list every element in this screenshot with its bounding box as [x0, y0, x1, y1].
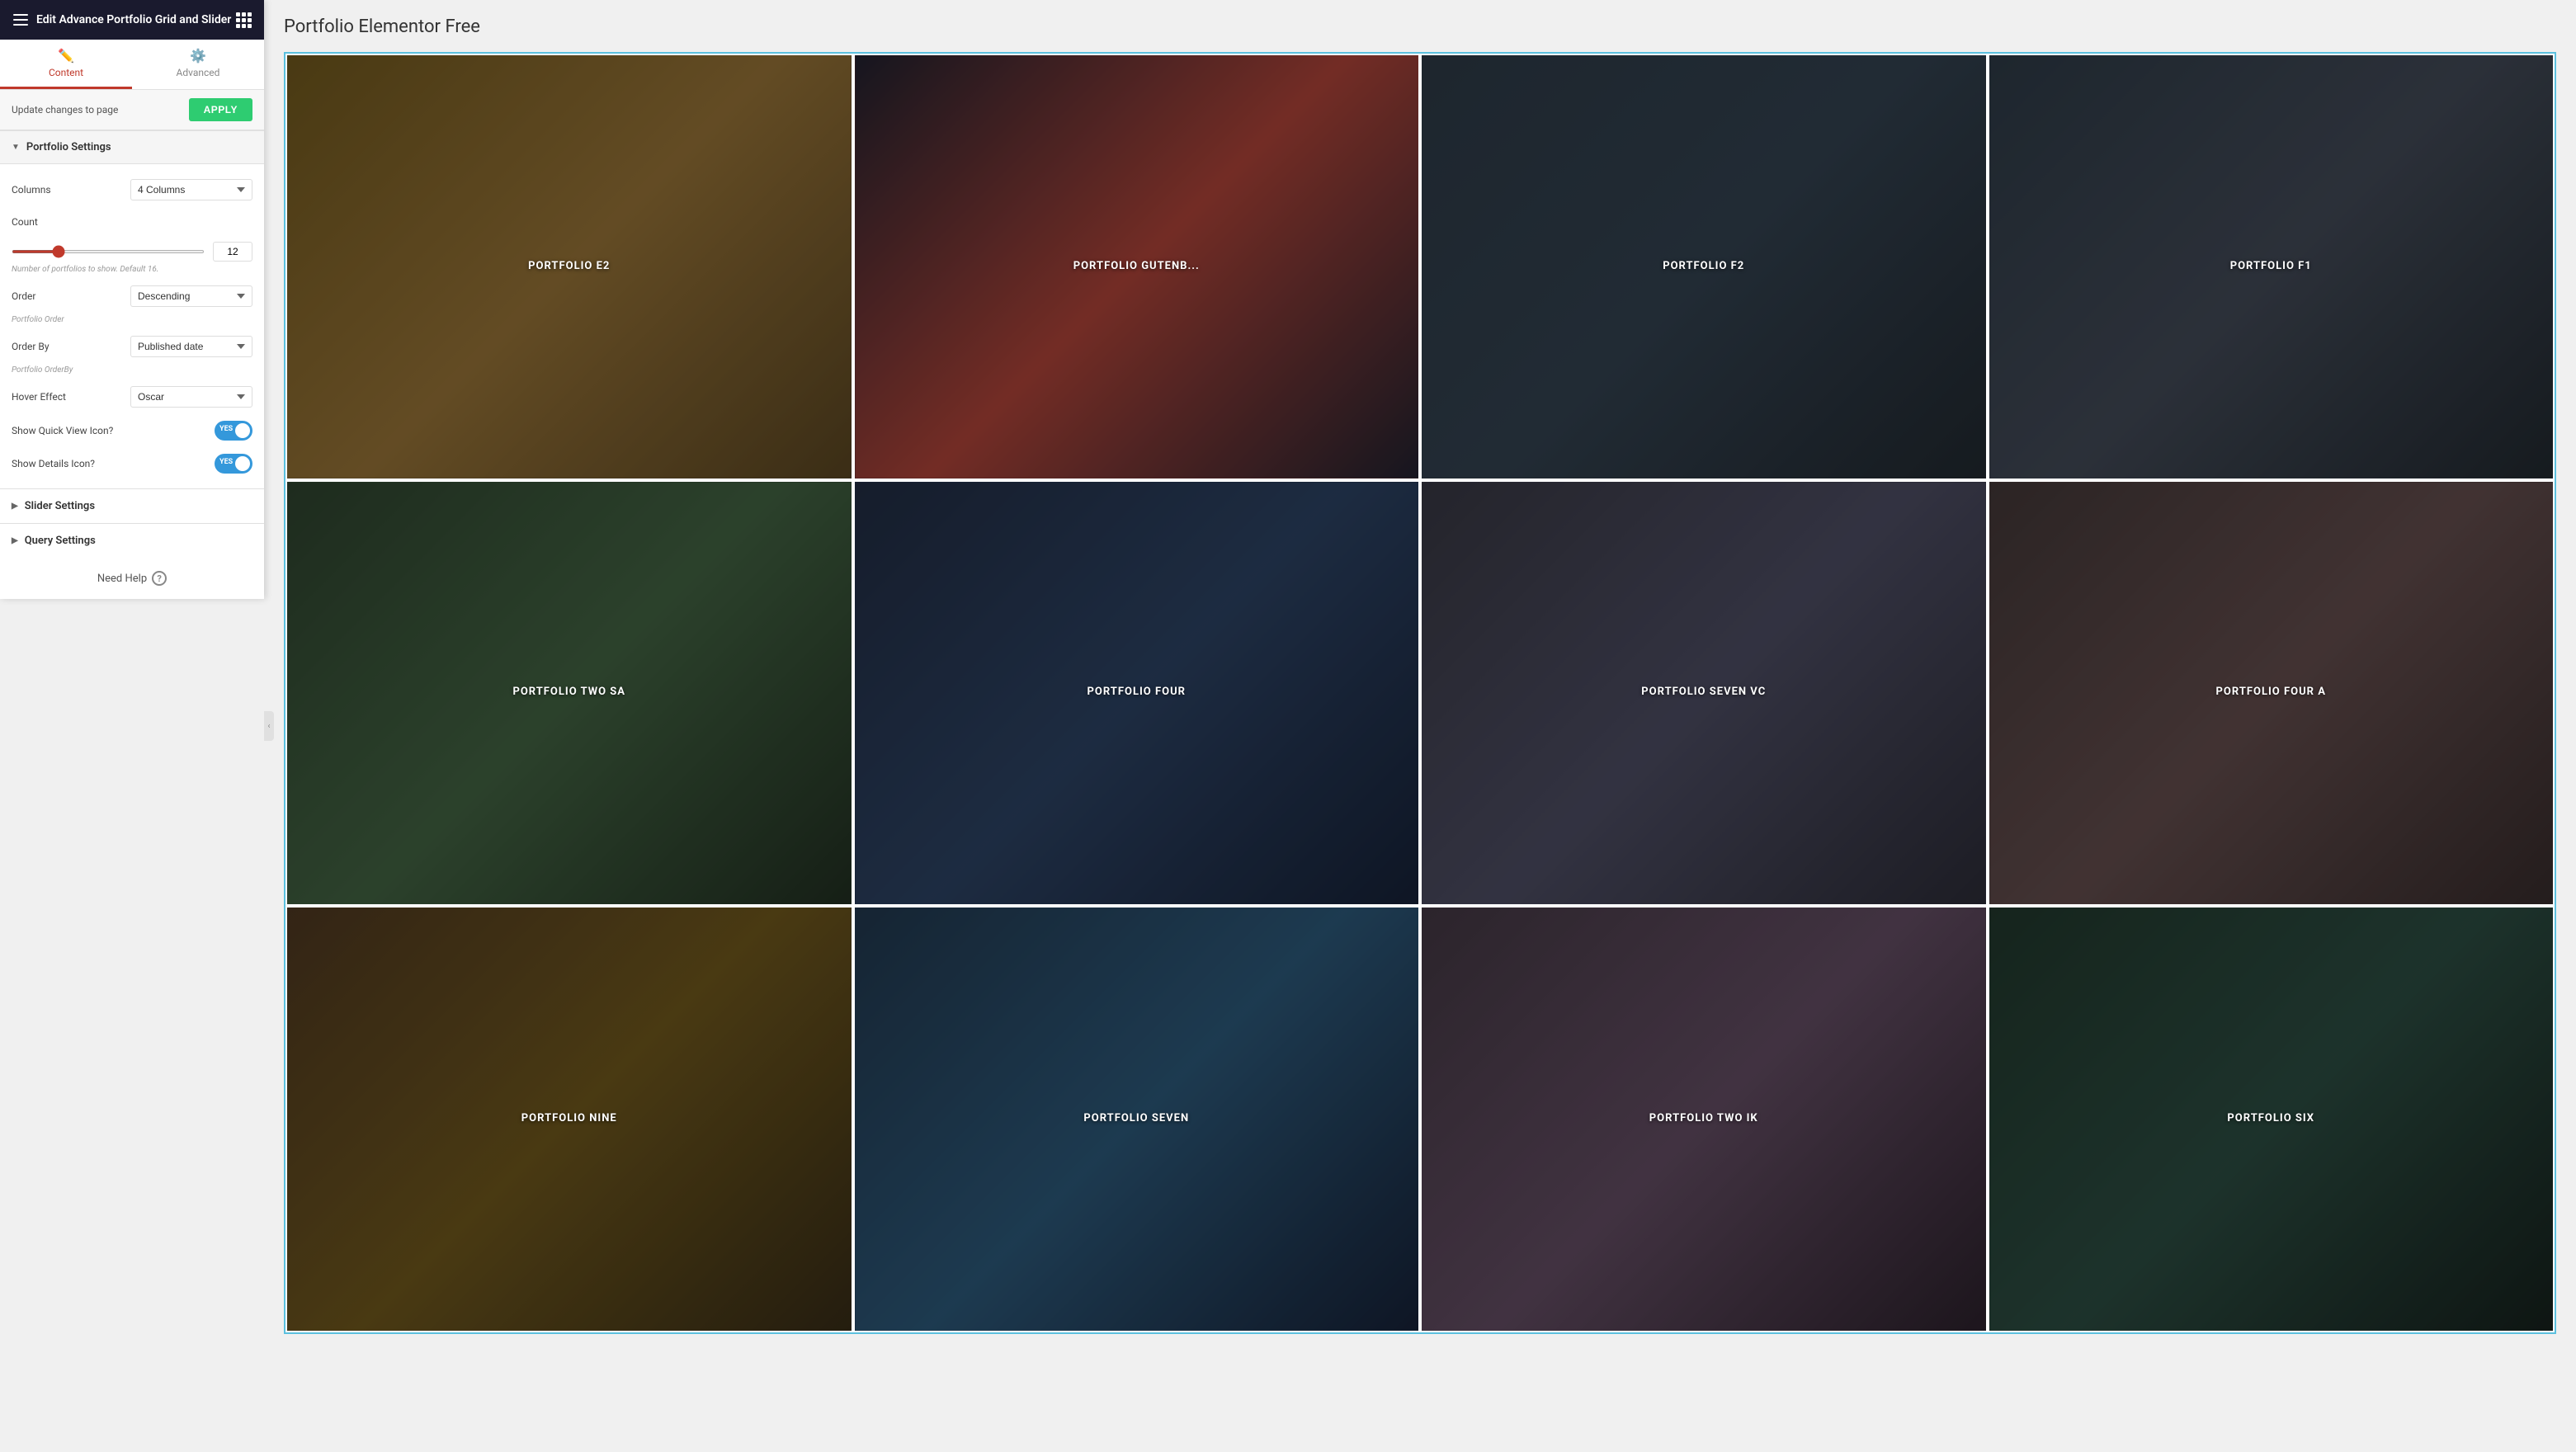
portfolio-item[interactable]: PORTFOLIO SEVEN: [855, 908, 1419, 1331]
portfolio-item-title: PORTFOLIO TWO IK: [1643, 1109, 1765, 1129]
details-icon-toggle[interactable]: YES: [215, 454, 252, 474]
portfolio-item[interactable]: PORTFOLIO E2: [287, 55, 852, 478]
count-row: Count: [0, 207, 264, 237]
query-settings-section[interactable]: ▶ Query Settings: [0, 523, 264, 558]
portfolio-item-title: PORTFOLIO F1: [2224, 257, 2319, 277]
order-label: Order: [12, 290, 78, 302]
portfolio-item[interactable]: PORTFOLIO FOUR A: [1989, 482, 2554, 905]
portfolio-item-title: PORTFOLIO SIX: [2220, 1109, 2321, 1129]
columns-row: Columns 4 Columns 1 Column 2 Columns 3 C…: [0, 172, 264, 207]
portfolio-settings-header[interactable]: ▼ Portfolio Settings: [0, 130, 264, 164]
order-row: Order Descending Ascending: [0, 279, 264, 314]
hover-effect-row: Hover Effect Oscar Apollo Jazz Moses Her…: [0, 380, 264, 414]
count-label: Count: [12, 216, 78, 228]
portfolio-item-title: PORTFOLIO GUTENB...: [1067, 257, 1206, 277]
hover-effect-control: Oscar Apollo Jazz Moses Hera: [78, 386, 252, 408]
portfolio-item[interactable]: PORTFOLIO NINE: [287, 908, 852, 1331]
sidebar-tabs: ✏️ Content ⚙️ Advanced: [0, 40, 264, 90]
tab-advanced[interactable]: ⚙️ Advanced: [132, 40, 264, 89]
tab-content[interactable]: ✏️ Content: [0, 40, 132, 89]
details-icon-row: Show Details Icon? YES: [0, 447, 264, 480]
quick-view-toggle-wrap: YES: [113, 421, 252, 441]
portfolio-item[interactable]: PORTFOLIO FOUR: [855, 482, 1419, 905]
need-help[interactable]: Need Help ?: [0, 558, 264, 599]
portfolio-item[interactable]: PORTFOLIO F1: [1989, 55, 2554, 478]
query-settings-label: Query Settings: [25, 535, 96, 547]
portfolio-item[interactable]: PORTFOLIO SEVEN VC: [1422, 482, 1986, 905]
order-by-helper: Portfolio OrderBy: [0, 364, 264, 380]
portfolio-item[interactable]: PORTFOLIO GUTENB...: [855, 55, 1419, 478]
page-title: Portfolio Elementor Free: [284, 16, 2556, 37]
details-icon-toggle-wrap: YES: [95, 454, 252, 474]
quick-view-row: Show Quick View Icon? YES: [0, 414, 264, 447]
portfolio-item-title: PORTFOLIO TWO SA: [506, 682, 632, 703]
tab-advanced-label: Advanced: [177, 67, 220, 78]
slider-settings-chevron: ▶: [12, 502, 18, 511]
header-left: Edit Advance Portfolio Grid and Slider: [13, 13, 231, 26]
main-content: Portfolio Elementor Free PORTFOLIO E2 PO…: [264, 0, 2576, 1452]
help-circle-icon: ?: [152, 571, 167, 586]
count-slider-row: 12: [0, 237, 264, 263]
portfolio-settings-body: Columns 4 Columns 1 Column 2 Columns 3 C…: [0, 164, 264, 488]
order-by-select[interactable]: Published date Title Modified date Rando…: [130, 336, 252, 357]
quick-view-label: Show Quick View Icon?: [12, 425, 113, 436]
sidebar: Edit Advance Portfolio Grid and Slider ✏…: [0, 0, 264, 599]
hamburger-icon[interactable]: [13, 14, 28, 26]
tab-content-label: Content: [49, 67, 83, 78]
order-helper: Portfolio Order: [0, 314, 264, 329]
apps-icon[interactable]: [236, 12, 251, 28]
portfolio-item[interactable]: PORTFOLIO TWO SA: [287, 482, 852, 905]
portfolio-item-title: PORTFOLIO F2: [1656, 257, 1751, 277]
order-control: Descending Ascending: [78, 285, 252, 307]
apply-button[interactable]: APPLY: [189, 98, 252, 121]
apply-bar: Update changes to page APPLY: [0, 90, 264, 130]
need-help-label: Need Help: [97, 573, 147, 585]
portfolio-settings-chevron: ▼: [12, 143, 20, 152]
details-icon-label: Show Details Icon?: [12, 458, 95, 469]
count-range-input[interactable]: [12, 250, 205, 253]
columns-select[interactable]: 4 Columns 1 Column 2 Columns 3 Columns 5…: [130, 179, 252, 200]
columns-control: 4 Columns 1 Column 2 Columns 3 Columns 5…: [78, 179, 252, 200]
advanced-tab-icon: ⚙️: [190, 48, 206, 64]
content-tab-icon: ✏️: [58, 48, 74, 64]
sidebar-header: Edit Advance Portfolio Grid and Slider: [0, 0, 264, 40]
count-value-input[interactable]: 12: [213, 242, 252, 262]
order-select[interactable]: Descending Ascending: [130, 285, 252, 307]
quick-view-toggle[interactable]: YES: [215, 421, 252, 441]
order-by-control: Published date Title Modified date Rando…: [78, 336, 252, 357]
portfolio-item-title: PORTFOLIO NINE: [515, 1109, 624, 1129]
sidebar-title: Edit Advance Portfolio Grid and Slider: [36, 13, 231, 26]
count-helper: Number of portfolios to show. Default 16…: [0, 263, 264, 279]
portfolio-item-title: PORTFOLIO SEVEN: [1077, 1109, 1196, 1129]
order-by-label: Order By: [12, 341, 78, 352]
count-slider-container: 12: [12, 242, 252, 262]
collapse-handle[interactable]: ‹: [264, 711, 274, 741]
slider-settings-section[interactable]: ▶ Slider Settings: [0, 488, 264, 523]
portfolio-settings-label: Portfolio Settings: [26, 141, 111, 153]
portfolio-item-title: PORTFOLIO FOUR A: [2210, 682, 2333, 703]
apply-bar-text: Update changes to page: [12, 104, 118, 116]
portfolio-item-title: PORTFOLIO E2: [521, 257, 616, 277]
columns-label: Columns: [12, 184, 78, 196]
hover-effect-select[interactable]: Oscar Apollo Jazz Moses Hera: [130, 386, 252, 408]
order-by-row: Order By Published date Title Modified d…: [0, 329, 264, 364]
query-settings-chevron: ▶: [12, 536, 18, 545]
slider-settings-label: Slider Settings: [25, 500, 95, 512]
hover-effect-label: Hover Effect: [12, 391, 78, 403]
portfolio-item[interactable]: PORTFOLIO SIX: [1989, 908, 2554, 1331]
portfolio-item[interactable]: PORTFOLIO TWO IK: [1422, 908, 1986, 1331]
portfolio-item-title: PORTFOLIO FOUR: [1081, 682, 1192, 703]
portfolio-item[interactable]: PORTFOLIO F2: [1422, 55, 1986, 478]
portfolio-grid: PORTFOLIO E2 PORTFOLIO GUTENB... PORTFOL…: [284, 52, 2556, 1334]
portfolio-item-title: PORTFOLIO SEVEN VC: [1635, 682, 1772, 703]
